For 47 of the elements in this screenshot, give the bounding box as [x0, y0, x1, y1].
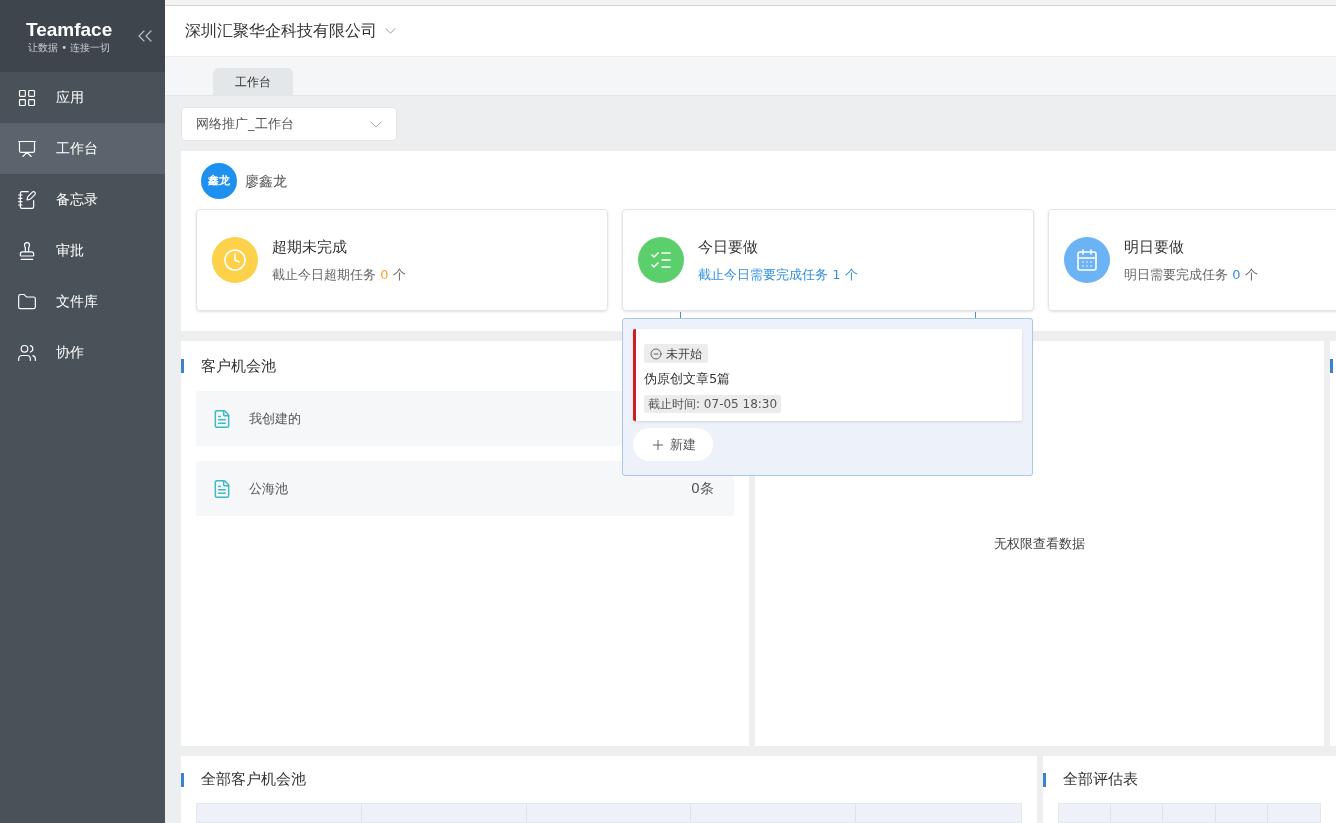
- document-icon: [212, 408, 232, 429]
- user-name: 廖鑫龙: [245, 171, 287, 191]
- stamp-icon: [17, 240, 37, 261]
- panel-title: 客户机会池: [201, 355, 276, 377]
- card-subtitle: 截止今日需要完成任务 1 个: [698, 266, 858, 285]
- chevron-down-icon: [370, 120, 382, 128]
- minus-circle-icon: [650, 347, 662, 360]
- card-title: 明日要做: [1124, 236, 1185, 258]
- tab[interactable]: 工作台: [213, 68, 293, 95]
- row-count: 0条: [691, 479, 714, 499]
- panel-title: 全部评估表: [1063, 769, 1138, 791]
- folder-icon: [17, 291, 37, 312]
- sidebar-item[interactable]: 审批: [0, 225, 165, 276]
- card-title: 超期未完成: [272, 236, 348, 258]
- slogan: 让数据 • 连接一切: [28, 41, 111, 55]
- notepad-icon: [17, 189, 37, 210]
- task-card[interactable]: 未开始 伪原创文章5篇 截止时间: 07-05 18:30: [633, 329, 1022, 421]
- stat-card[interactable]: 明日要做 明日需要完成任务 0 个: [1048, 209, 1336, 312]
- new-button[interactable]: 新建: [633, 428, 713, 461]
- card-subtitle: 截止今日超期任务 0 个: [272, 266, 406, 285]
- card-title: 今日要做: [698, 236, 759, 258]
- no-permission-message: 无权限查看数据: [994, 534, 1085, 553]
- deadline-tag: 截止时间: 07-05 18:30: [644, 394, 782, 413]
- clock-icon: [212, 237, 258, 284]
- chevron-down-icon: [385, 28, 396, 34]
- card-subtitle: 明日需要完成任务 0 个: [1124, 266, 1258, 285]
- pool-row[interactable]: 公海池 0条: [196, 461, 734, 517]
- checklist-icon: [638, 237, 684, 284]
- grid-icon: [17, 87, 37, 108]
- panel-title: 全部客户机会池: [201, 769, 306, 791]
- sidebar-item[interactable]: 协作: [0, 327, 165, 378]
- sidebar-item[interactable]: 应用: [0, 72, 165, 123]
- company-name[interactable]: 深圳汇聚华企科技有限公司: [185, 19, 377, 43]
- stat-card[interactable]: 超期未完成 截止今日超期任务 0 个: [196, 209, 608, 312]
- sidebar-item[interactable]: 文件库: [0, 276, 165, 327]
- avatar: 鑫龙: [201, 163, 237, 200]
- workbench-select[interactable]: 网络推广_工作台: [181, 107, 397, 142]
- sidebar-item[interactable]: 备忘录: [0, 174, 165, 225]
- presentation-icon: [17, 138, 37, 159]
- sidebar-item[interactable]: 工作台: [0, 123, 165, 174]
- logo-text: Teamface: [26, 17, 113, 42]
- calendar-icon: [1064, 237, 1110, 284]
- stat-card[interactable]: 今日要做 截止今日需要完成任务 1 个: [622, 209, 1034, 312]
- document-icon: [212, 478, 232, 499]
- people-icon: [17, 342, 37, 363]
- status-tag: 未开始: [644, 344, 708, 363]
- task-title: 伪原创文章5篇: [644, 370, 731, 388]
